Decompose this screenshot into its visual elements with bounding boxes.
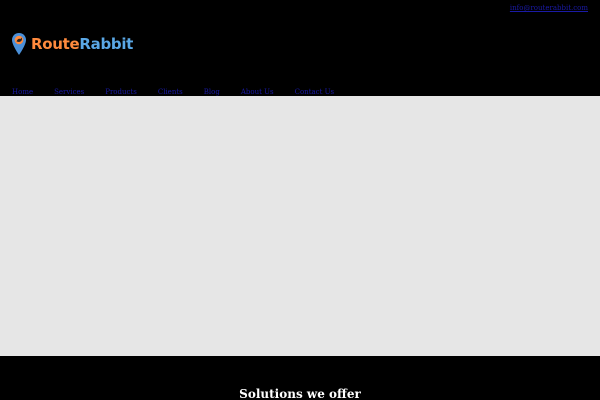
logo-wordmark: RouteRabbit <box>31 34 134 53</box>
hero-banner <box>0 96 600 356</box>
logo[interactable]: RouteRabbit <box>12 32 133 56</box>
logo-text-route: Route <box>31 34 80 53</box>
map-pin-icon <box>12 33 26 55</box>
solutions-heading: Solutions we offer <box>239 387 361 400</box>
email-link[interactable]: info@routerabbit.com <box>510 4 588 12</box>
site-header: info@routerabbit.com RouteRabbit Home Se… <box>0 0 600 96</box>
logo-text-rabbit: Rabbit <box>79 34 134 53</box>
